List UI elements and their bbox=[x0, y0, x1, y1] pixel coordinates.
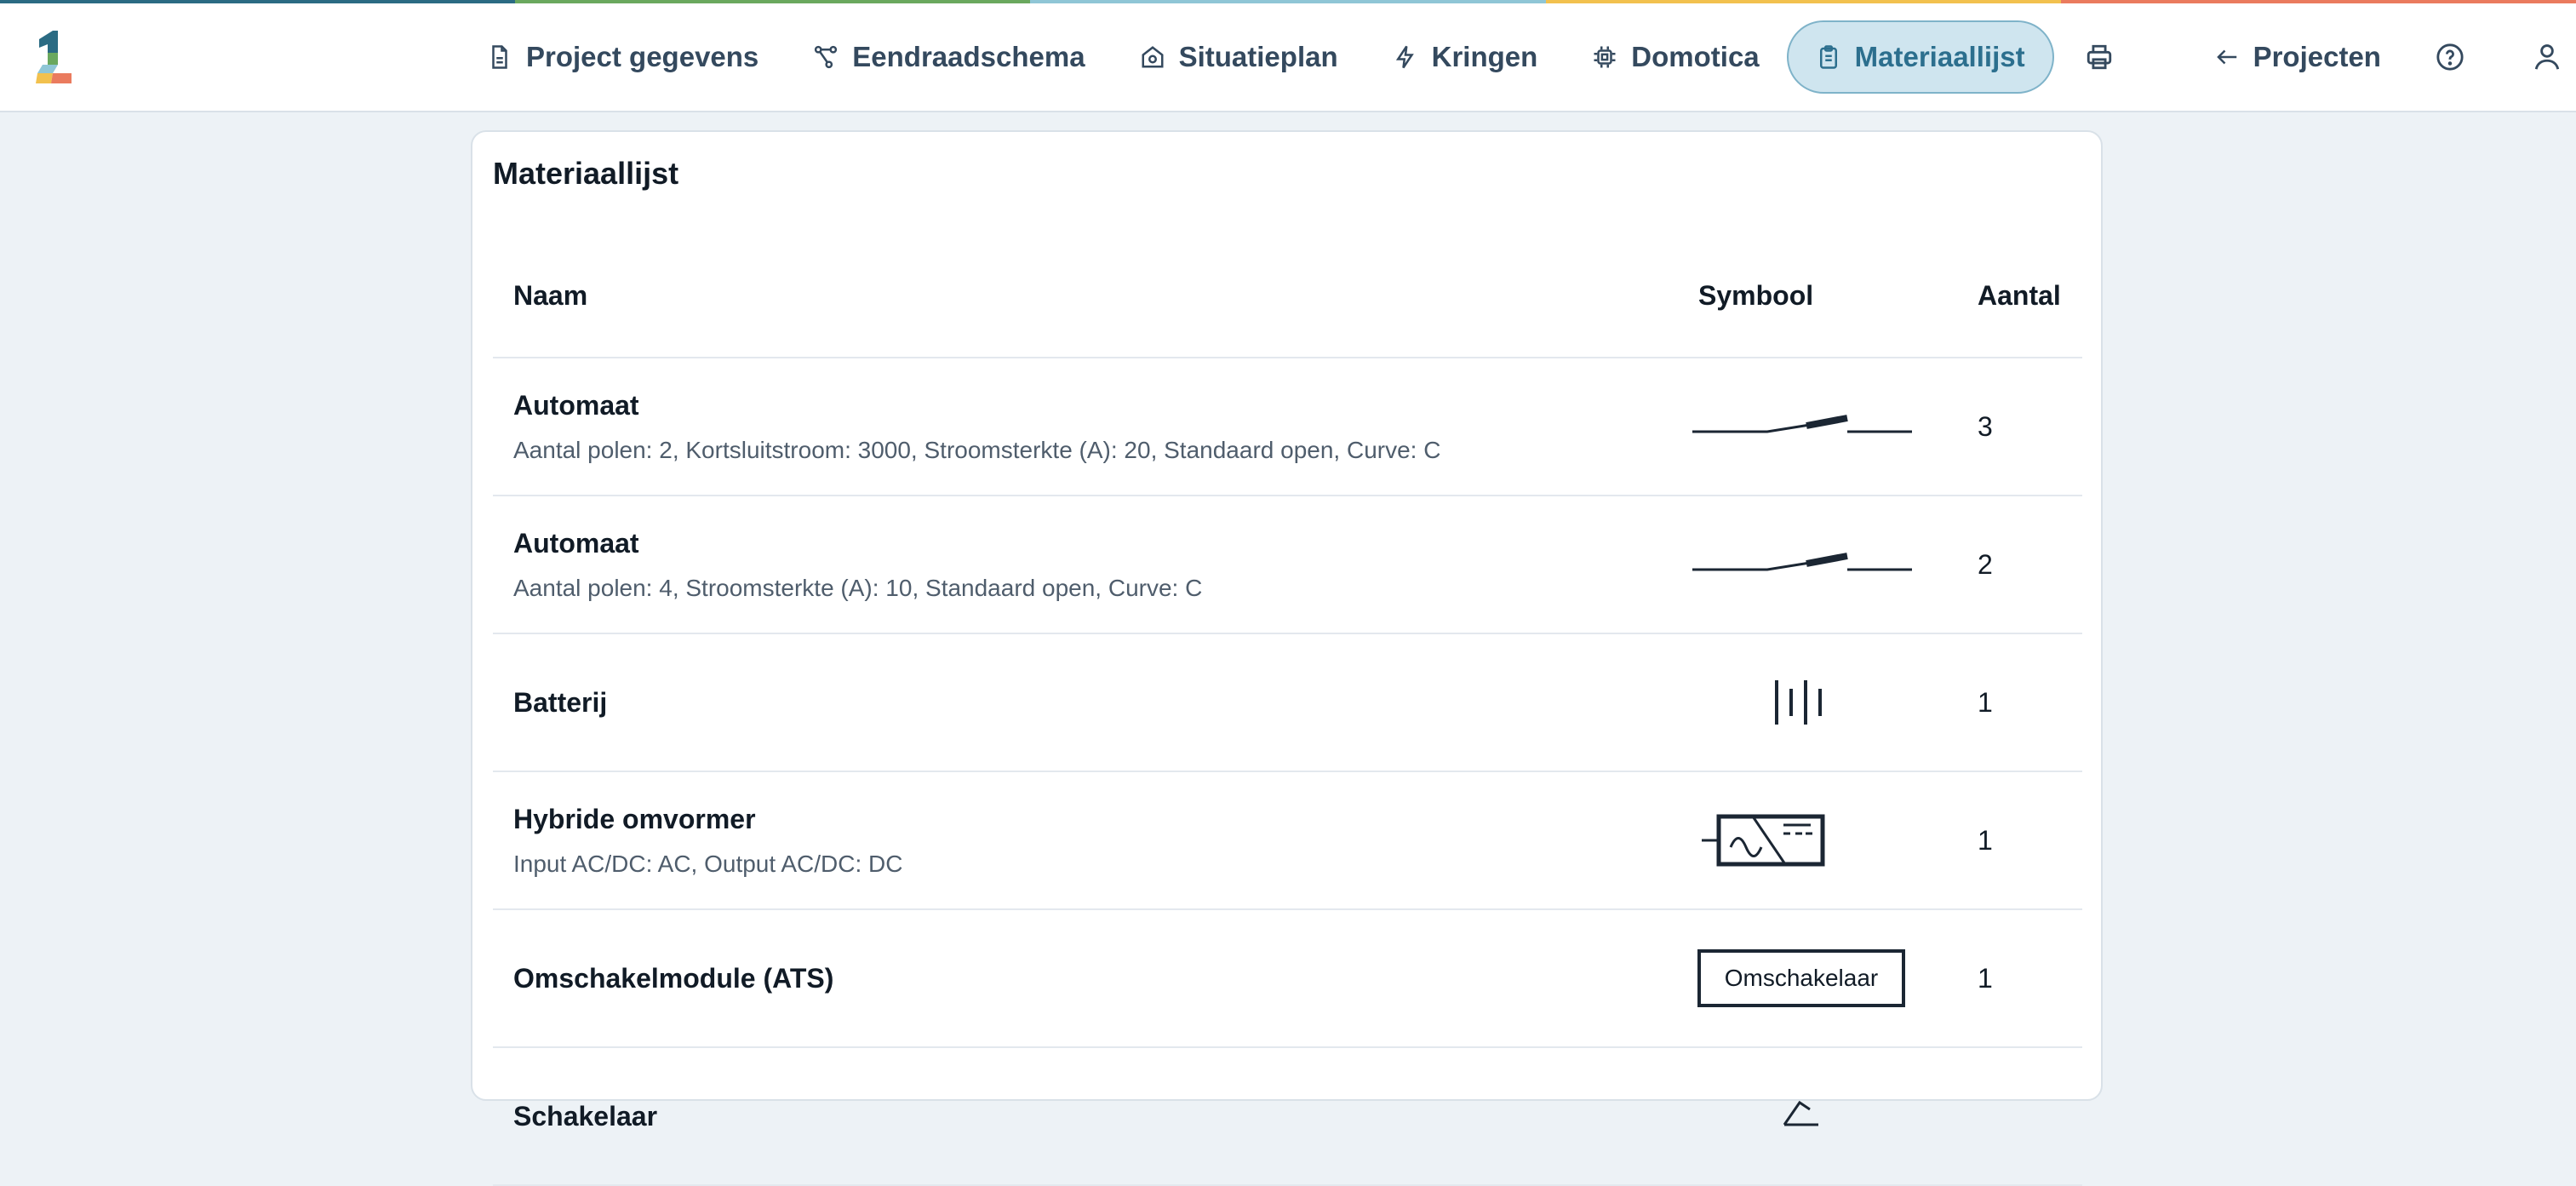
item-quantity: 1 bbox=[1978, 686, 1993, 718]
material-table: Naam Symbool Aantal Automaat Aantal pole… bbox=[493, 234, 2082, 1186]
nav-label: Project gegevens bbox=[526, 41, 759, 72]
page-title: Materiaallijst bbox=[493, 156, 679, 191]
user-menu-button[interactable] bbox=[2510, 20, 2576, 94]
main-nav: Project gegevens Eendraadschema Situatie… bbox=[460, 19, 2576, 95]
item-description: Aantal polen: 2, Kortsluitstroom: 3000, … bbox=[513, 436, 1441, 463]
nav-label: Situatieplan bbox=[1178, 41, 1338, 72]
column-header-name: Naam bbox=[513, 279, 588, 311]
material-list-card: Materiaallijst Naam Symbool Aantal Autom… bbox=[471, 130, 2103, 1186]
top-navigation-bar: Project gegevens Eendraadschema Situatie… bbox=[0, 3, 2576, 112]
item-quantity: 1 bbox=[1978, 962, 1993, 994]
table-row: Batterij 1 bbox=[493, 634, 2082, 772]
chip-icon bbox=[1594, 46, 1616, 68]
document-icon bbox=[492, 45, 507, 69]
column-header-quantity: Aantal bbox=[1978, 279, 2061, 311]
bolt-icon bbox=[1395, 45, 1414, 69]
user-icon bbox=[2534, 44, 2560, 70]
item-quantity: 3 bbox=[1978, 410, 1993, 442]
breaker-symbol bbox=[1678, 496, 1925, 633]
item-name: Schakelaar bbox=[513, 1100, 658, 1132]
item-name: Hybride omvormer bbox=[513, 803, 756, 834]
nav-materiaallijst[interactable]: Materiaallijst bbox=[1786, 20, 2054, 94]
printer-icon bbox=[2087, 44, 2111, 70]
nav-kringen[interactable]: Kringen bbox=[1365, 20, 1566, 94]
table-row: Omschakelmodule (ATS) Omschakelaar 1 bbox=[493, 910, 2082, 1048]
house-icon bbox=[1142, 46, 1164, 68]
item-name: Batterij bbox=[513, 686, 608, 718]
battery-symbol bbox=[1678, 634, 1925, 771]
ats-symbol: Omschakelaar bbox=[1678, 910, 1925, 1046]
app-logo[interactable] bbox=[34, 31, 72, 83]
nav-label: Materiaallijst bbox=[1854, 41, 2025, 72]
item-quantity: 2 bbox=[1978, 548, 1993, 580]
column-header-symbol: Symbool bbox=[1698, 279, 1814, 311]
help-icon bbox=[2436, 43, 2464, 71]
item-description: Input AC/DC: AC, Output AC/DC: DC bbox=[513, 850, 903, 877]
switch-symbol bbox=[1678, 1048, 1925, 1184]
nav-label: Domotica bbox=[1631, 41, 1760, 72]
table-row: Hybride omvormer Input AC/DC: AC, Output… bbox=[493, 772, 2082, 910]
table-row: Schakelaar bbox=[493, 1048, 2082, 1186]
nav-label: Kringen bbox=[1431, 41, 1538, 72]
table-row: Automaat Aantal polen: 2, Kortsluitstroo… bbox=[493, 358, 2082, 496]
projects-back-button[interactable]: Projecten bbox=[2187, 20, 2408, 94]
item-name: Automaat bbox=[513, 389, 639, 421]
clipboard-icon bbox=[1819, 45, 1837, 69]
inverter-symbol bbox=[1678, 772, 1925, 908]
item-quantity: 1 bbox=[1978, 824, 1993, 856]
item-description: Aantal polen: 4, Stroomsterkte (A): 10, … bbox=[513, 574, 1203, 601]
graph-icon bbox=[815, 45, 838, 69]
projects-label: Projecten bbox=[2253, 41, 2381, 72]
breaker-symbol bbox=[1678, 358, 1925, 495]
item-name: Omschakelmodule (ATS) bbox=[513, 962, 834, 994]
nav-situatieplan[interactable]: Situatieplan bbox=[1113, 20, 1365, 94]
nav-label: Eendraadschema bbox=[852, 41, 1085, 72]
nav-domotica[interactable]: Domotica bbox=[1565, 20, 1786, 94]
table-row: Automaat Aantal polen: 4, Stroomsterkte … bbox=[493, 496, 2082, 634]
arrow-left-icon bbox=[2216, 49, 2236, 65]
nav-project-gegevens[interactable]: Project gegevens bbox=[460, 20, 786, 94]
help-button[interactable] bbox=[2413, 20, 2487, 94]
table-header: Naam Symbool Aantal bbox=[493, 234, 2082, 358]
nav-eendraadschema[interactable]: Eendraadschema bbox=[786, 20, 1112, 94]
ats-symbol-label: Omschakelaar bbox=[1697, 949, 1906, 1007]
item-name: Automaat bbox=[513, 527, 639, 559]
print-button[interactable] bbox=[2063, 20, 2136, 94]
